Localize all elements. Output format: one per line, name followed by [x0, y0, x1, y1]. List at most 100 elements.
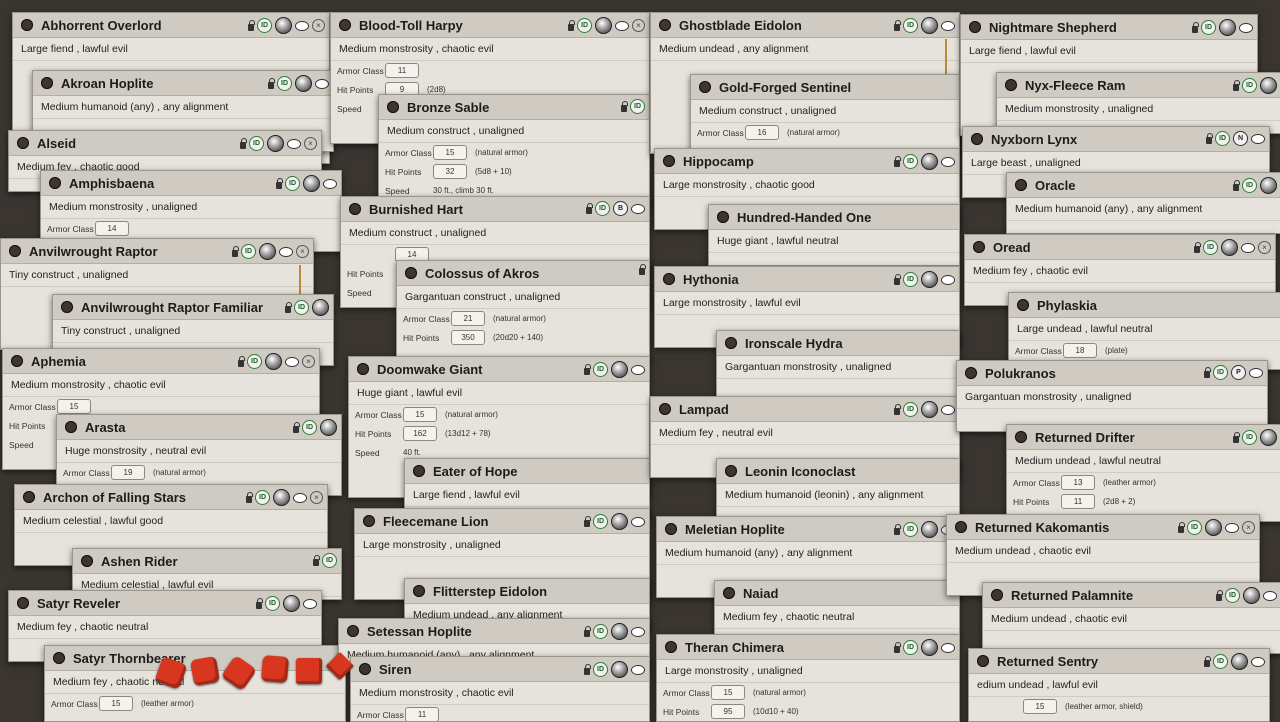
id-icon[interactable]: ID [294, 300, 309, 315]
armor-class-value[interactable]: 21 [451, 311, 485, 326]
id-icon[interactable]: ID [1203, 240, 1218, 255]
npc-card-naiad[interactable]: Naiad Medium fey , chaotic neutral [714, 580, 960, 636]
id-icon[interactable]: ID [302, 420, 317, 435]
id-icon[interactable]: ID [593, 362, 608, 377]
speech-bubble-icon[interactable] [631, 626, 645, 637]
armor-class-value[interactable]: 18 [1063, 343, 1097, 358]
lock-icon[interactable] [293, 421, 300, 433]
token-icon[interactable] [259, 243, 276, 260]
lock-icon[interactable] [1204, 366, 1211, 378]
speech-bubble-icon[interactable] [631, 364, 645, 375]
lock-icon[interactable] [586, 202, 593, 214]
token-icon[interactable] [1231, 653, 1248, 670]
hit-points-value[interactable]: 11 [1061, 494, 1095, 509]
id-icon[interactable]: ID [593, 514, 608, 529]
close-icon[interactable]: × [296, 245, 309, 258]
lock-icon[interactable] [238, 355, 245, 367]
token-icon[interactable] [921, 401, 938, 418]
lock-icon[interactable] [1233, 179, 1240, 191]
token-icon[interactable] [265, 353, 282, 370]
speech-bubble-icon[interactable] [293, 492, 307, 503]
close-icon[interactable]: × [312, 19, 325, 32]
close-icon[interactable]: × [310, 491, 323, 504]
id-icon[interactable]: ID [903, 154, 918, 169]
token-icon[interactable] [611, 661, 628, 678]
close-icon[interactable]: × [632, 19, 645, 32]
lock-icon[interactable] [1192, 21, 1199, 33]
lock-icon[interactable] [1206, 132, 1213, 144]
lock-icon[interactable] [268, 77, 275, 89]
speech-bubble-icon[interactable] [323, 178, 337, 189]
id-icon[interactable]: ID [322, 553, 337, 568]
npc-card-leonin-iconoclast[interactable]: Leonin Iconoclast Medium humanoid (leoni… [716, 458, 960, 520]
token-icon[interactable] [921, 271, 938, 288]
token-icon[interactable] [921, 17, 938, 34]
speech-bubble-icon[interactable] [287, 138, 301, 149]
armor-class-value[interactable]: 13 [1061, 475, 1095, 490]
id-icon[interactable]: ID [265, 596, 280, 611]
lock-icon[interactable] [621, 100, 628, 112]
npc-card-returned-palamnite[interactable]: Returned Palamnite ID Medium undead , ch… [982, 582, 1280, 654]
lock-icon[interactable] [232, 245, 239, 257]
id-icon[interactable]: ID [257, 18, 272, 33]
speech-bubble-icon[interactable] [1225, 522, 1239, 533]
id-icon[interactable]: ID [1215, 131, 1230, 146]
close-icon[interactable]: × [1242, 521, 1255, 534]
npc-card-gold-forged-sentinel[interactable]: Gold-Forged Sentinel Medium construct , … [690, 74, 960, 156]
lock-icon[interactable] [1233, 431, 1240, 443]
npc-card-theran-chimera[interactable]: Theran Chimera ID Large monstrosity , un… [656, 634, 960, 722]
id-icon[interactable]: ID [241, 244, 256, 259]
token-icon[interactable] [1260, 429, 1277, 446]
lock-icon[interactable] [276, 177, 283, 189]
token-icon[interactable] [1205, 519, 1222, 536]
token-icon[interactable] [275, 17, 292, 34]
lock-icon[interactable] [584, 515, 591, 527]
speech-bubble-icon[interactable] [295, 20, 309, 31]
speech-bubble-icon[interactable] [941, 20, 955, 31]
lock-icon[interactable] [313, 554, 320, 566]
id-icon[interactable]: ID [277, 76, 292, 91]
token-icon[interactable] [1243, 587, 1260, 604]
id-icon[interactable]: ID [593, 624, 608, 639]
token-icon[interactable] [295, 75, 312, 92]
speech-bubble-icon[interactable] [315, 78, 329, 89]
token-icon[interactable] [283, 595, 300, 612]
lock-icon[interactable] [894, 641, 901, 653]
id-icon[interactable]: ID [285, 176, 300, 191]
armor-class-value[interactable]: 15 [403, 407, 437, 422]
id-icon[interactable]: ID [903, 402, 918, 417]
speech-bubble-icon[interactable] [631, 203, 645, 214]
lock-icon[interactable] [248, 19, 255, 31]
id-icon[interactable]: ID [1213, 654, 1228, 669]
id-icon[interactable]: ID [903, 272, 918, 287]
token-icon[interactable] [1260, 177, 1277, 194]
id-icon[interactable]: ID [593, 662, 608, 677]
lock-icon[interactable] [240, 137, 247, 149]
id-icon[interactable]: ID [1242, 178, 1257, 193]
speech-bubble-icon[interactable] [631, 664, 645, 675]
armor-class-value[interactable]: 16 [745, 125, 779, 140]
speech-bubble-icon[interactable] [1251, 133, 1265, 144]
speech-bubble-icon[interactable] [941, 642, 955, 653]
armor-class-value[interactable]: 15 [1023, 699, 1057, 714]
npc-card-oracle[interactable]: Oracle ID Medium humanoid (any) , any al… [1006, 172, 1280, 234]
token-icon[interactable] [267, 135, 284, 152]
hit-points-value[interactable]: 32 [433, 164, 467, 179]
speech-bubble-icon[interactable] [1241, 242, 1255, 253]
speech-bubble-icon[interactable] [941, 156, 955, 167]
id-icon[interactable]: ID [1225, 588, 1240, 603]
lock-icon[interactable] [894, 273, 901, 285]
lock-icon[interactable] [256, 597, 263, 609]
id-icon[interactable]: ID [595, 201, 610, 216]
lock-icon[interactable] [1204, 655, 1211, 667]
token-icon[interactable] [921, 153, 938, 170]
id-icon[interactable]: ID [1187, 520, 1202, 535]
close-icon[interactable]: × [1258, 241, 1271, 254]
id-icon[interactable]: ID [903, 640, 918, 655]
lock-icon[interactable] [1178, 521, 1185, 533]
lock-icon[interactable] [1216, 589, 1223, 601]
token-icon[interactable] [611, 513, 628, 530]
speech-bubble-icon[interactable] [303, 598, 317, 609]
lock-icon[interactable] [894, 403, 901, 415]
speech-bubble-icon[interactable] [941, 404, 955, 415]
